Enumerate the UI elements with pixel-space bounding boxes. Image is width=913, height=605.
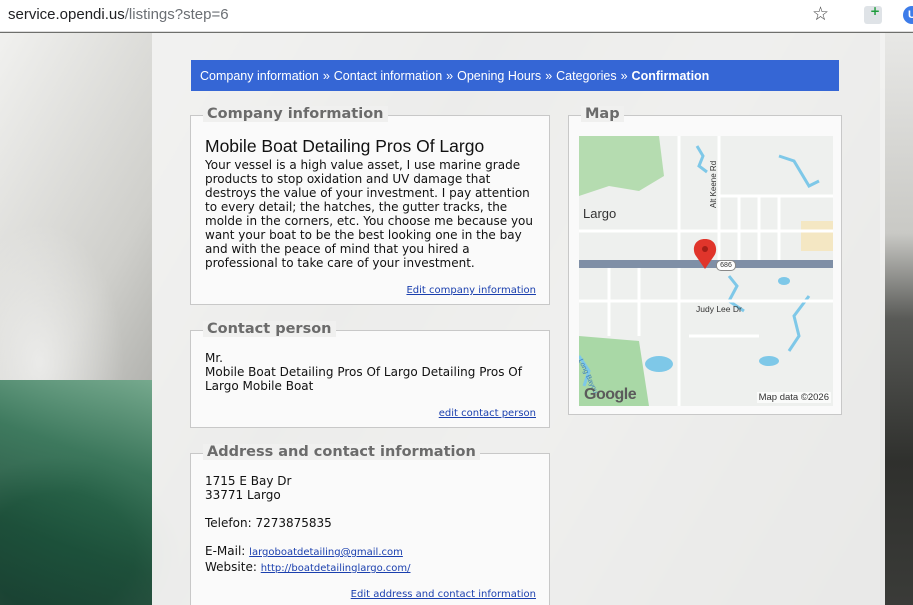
address-street: 1715 E Bay Dr [205,474,292,488]
url-host: service.opendi.us [8,6,125,23]
address-body: 1715 E Bay Dr 33771 Largo Telefon: 72738… [205,474,535,576]
email-link[interactable]: largoboatdetailing@gmail.com [249,547,403,558]
phone-value: 7273875835 [255,516,332,530]
company-information-legend: Company information [203,106,388,122]
edit-company-information-link[interactable]: Edit company information [406,285,536,296]
contact-person-body: Mr. Mobile Boat Detailing Pros Of Largo … [205,351,535,393]
breadcrumb-separator: » [322,69,330,83]
company-information-box: Company information Mobile Boat Detailin… [190,106,550,305]
star-icon[interactable]: ☆ [812,3,829,25]
company-information-body: Mobile Boat Detailing Pros Of Largo Your… [205,136,535,270]
email-label: E-Mail: [205,544,246,558]
breadcrumb-opening-hours[interactable]: Opening Hours [457,69,541,83]
address-legend: Address and contact information [203,444,480,460]
contact-salutation: Mr. [205,351,223,365]
background-car-image [0,380,152,605]
breadcrumb: Company information» Contact information»… [191,60,839,91]
map-road-alt-keene: Alt Keene Rd [709,160,718,208]
website-label: Website: [205,560,257,574]
url-path: /listings?step=6 [124,6,229,23]
map-view[interactable]: Largo Alt Keene Rd Judy Lee Dr Long Bayo… [579,136,833,406]
browser-address-bar: service.opendi.us/listings?step=6 ☆ + U [0,0,913,32]
map-city-label: Largo [583,206,617,221]
company-name: Mobile Boat Detailing Pros Of Largo [205,136,485,156]
website-line: Website: http://boatdetailinglargo.com/ [205,560,535,576]
extension-plus-icon[interactable]: + [864,4,882,24]
map-attribution[interactable]: Map data ©2026 [756,392,831,403]
map-graphic [579,136,833,406]
url-field[interactable]: service.opendi.us/listings?step=6 [8,6,229,23]
contact-name: Mobile Boat Detailing Pros Of Largo Deta… [205,365,522,393]
edit-address-link[interactable]: Edit address and contact information [351,589,536,600]
map-box: Map Largo Alt Keene Rd Judy Lee Dr Long … [568,106,842,415]
breadcrumb-contact-information[interactable]: Contact information [334,69,442,83]
breadcrumb-categories[interactable]: Categories [556,69,616,83]
email-line: E-Mail: largoboatdetailing@gmail.com [205,544,535,560]
google-logo[interactable]: Google [584,386,637,404]
breadcrumb-confirmation: Confirmation [631,69,710,83]
map-road-judy-lee: Judy Lee Dr [696,304,742,314]
contact-person-box: Contact person Mr. Mobile Boat Detailing… [190,321,550,428]
website-link[interactable]: http://boatdetailinglargo.com/ [261,563,411,574]
road-shield-icon: 686 [716,260,736,271]
breadcrumb-company-information[interactable]: Company information [200,69,319,83]
map-legend: Map [581,106,624,122]
breadcrumb-separator: » [545,69,553,83]
address-city: 33771 Largo [205,488,281,502]
breadcrumb-separator: » [446,69,454,83]
address-box: Address and contact information 1715 E B… [190,444,550,605]
edit-contact-person-link[interactable]: edit contact person [439,408,536,419]
phone-line: Telefon: 7273875835 [205,516,535,530]
contact-person-legend: Contact person [203,321,336,337]
company-description: Your vessel is a high value asset, I use… [205,158,533,270]
extension-u-icon[interactable]: U [903,6,913,24]
breadcrumb-separator: » [620,69,628,83]
phone-label: Telefon: [205,516,252,530]
